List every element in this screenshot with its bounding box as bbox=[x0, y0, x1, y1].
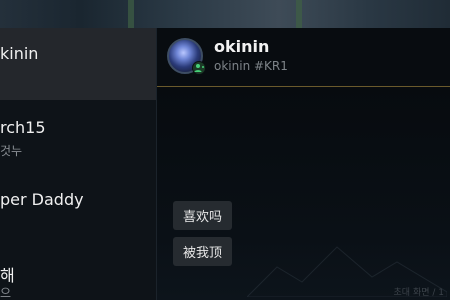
friend-status-text: 으 bbox=[0, 286, 12, 300]
client-window: kinin rch15 것누 per Daddy 해 으 okinin okin… bbox=[0, 0, 450, 300]
friend-name: rch15 bbox=[0, 118, 46, 137]
friends-list: kinin rch15 것누 per Daddy 해 으 bbox=[0, 28, 157, 300]
chat-contact-tag: okinin #KR1 bbox=[214, 59, 288, 73]
chat-panel: okinin okinin #KR1 喜欢吗 被我顶 초대 화면 / 1 bbox=[157, 28, 450, 300]
message-bubble: 喜欢吗 bbox=[173, 201, 233, 230]
friend-name: 해 bbox=[0, 266, 15, 285]
banner-decoration bbox=[128, 0, 134, 28]
friend-item[interactable]: per Daddy bbox=[0, 170, 156, 236]
footer-label: 초대 화면 / 1 bbox=[393, 288, 444, 298]
friend-status-text: 것누 bbox=[0, 144, 23, 158]
friend-item[interactable]: rch15 것누 bbox=[0, 100, 156, 162]
banner-decoration bbox=[296, 0, 302, 28]
chat-header: okinin okinin #KR1 bbox=[157, 28, 450, 87]
background-banner bbox=[0, 0, 450, 28]
message-bubble: 被我顶 bbox=[173, 237, 233, 266]
friend-name: kinin bbox=[0, 44, 39, 63]
friend-item[interactable]: 해 으 bbox=[0, 250, 156, 300]
chat-contact-name: okinin bbox=[214, 37, 270, 56]
friend-item-selected[interactable]: kinin bbox=[0, 28, 156, 100]
friend-status-icon bbox=[192, 61, 206, 75]
message-area: 喜欢吗 被我顶 초대 화면 / 1 bbox=[157, 87, 450, 300]
friend-name: per Daddy bbox=[0, 190, 84, 209]
